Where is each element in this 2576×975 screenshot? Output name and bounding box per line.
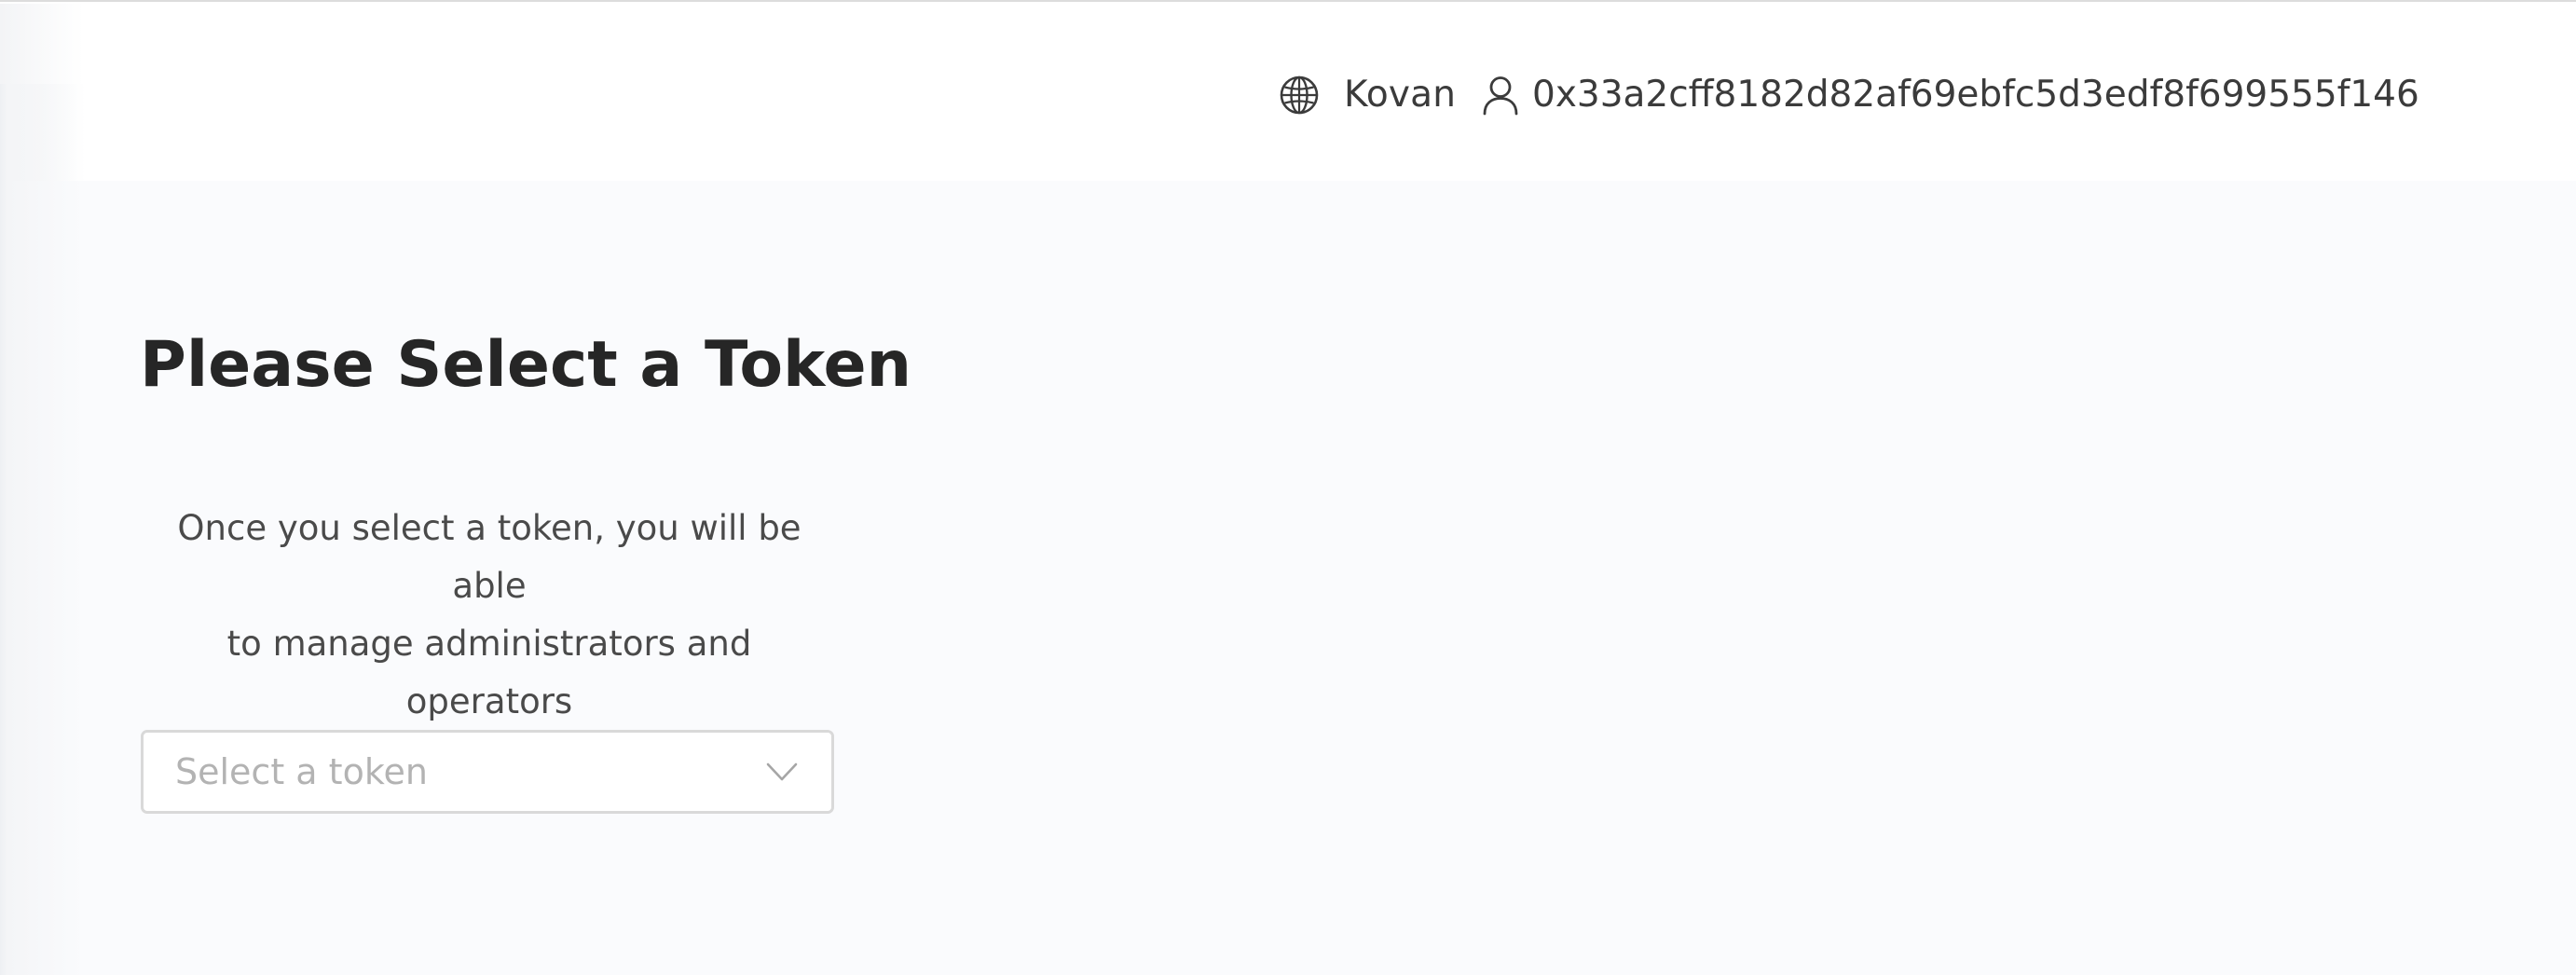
account-address: 0x33a2cff8182d82af69ebfc5d3edf8f699555f1… xyxy=(1532,74,2419,116)
top-header: Kovan 0x33a2cff8182d82af69ebfc5d3edf8f69… xyxy=(0,2,2576,181)
user-icon xyxy=(1483,76,1518,116)
token-selection-panel: Please Select a Token xyxy=(140,317,911,414)
network-name: Kovan xyxy=(1344,74,1457,116)
chevron-down-icon xyxy=(766,762,798,781)
token-select-placeholder: Select a token xyxy=(175,751,428,792)
account-indicator[interactable]: 0x33a2cff8182d82af69ebfc5d3edf8f699555f1… xyxy=(1482,71,2419,119)
token-select[interactable]: Select a token xyxy=(141,730,834,814)
network-indicator[interactable]: Kovan xyxy=(1279,71,1456,119)
globe-icon xyxy=(1280,76,1319,115)
sidebar-shadow xyxy=(0,84,84,975)
page-title: Please Select a Token xyxy=(140,328,911,402)
